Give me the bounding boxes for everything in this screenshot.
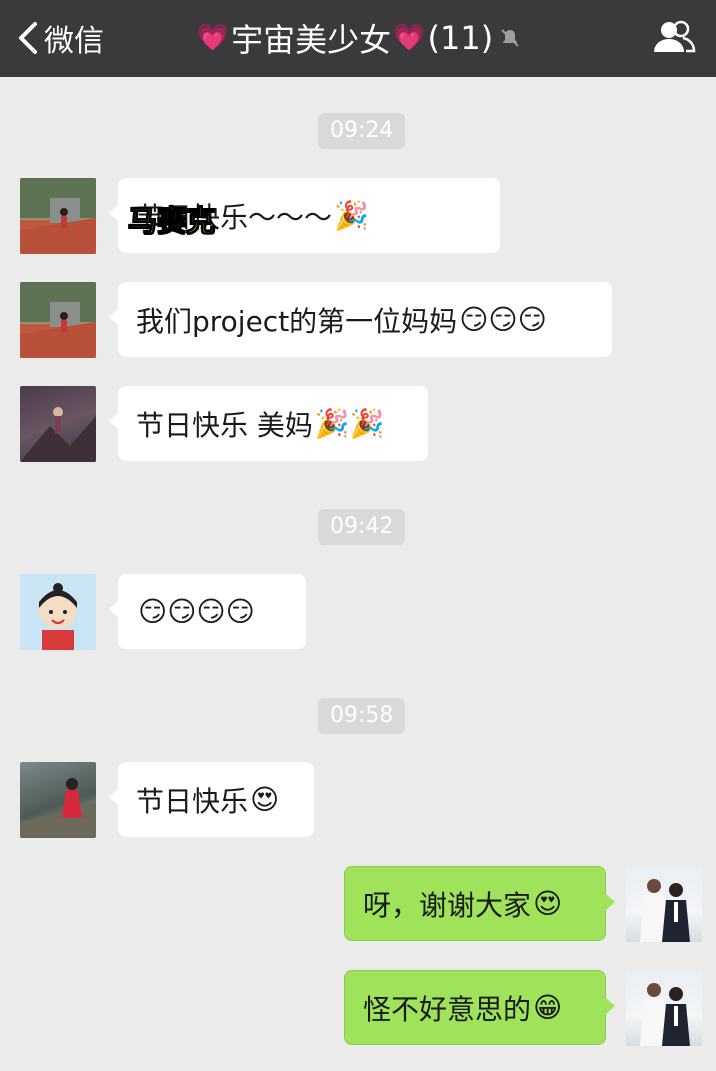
mute-icon xyxy=(501,29,519,47)
my-avatar[interactable] xyxy=(626,970,702,1046)
message-text: 节日快乐 美妈 xyxy=(136,408,313,442)
heart-icon: 💗 xyxy=(393,23,426,53)
message-bubble[interactable]: 节日快乐 美妈 🎉🎉 xyxy=(109,386,428,461)
message-text: 节日快乐 xyxy=(136,784,249,818)
avatar-photo xyxy=(20,407,96,462)
group-members-button[interactable] xyxy=(652,18,696,58)
chat-header: 微信 💗 宇宙美少女 💗 (11) xyxy=(0,0,716,77)
my-avatar[interactable] xyxy=(626,866,702,942)
member-count: (11) xyxy=(427,19,494,57)
message-bubble[interactable]: 😏😏😏😏 xyxy=(109,574,306,649)
sent-message-bubble[interactable]: 怪不好意思的 😁 xyxy=(344,970,615,1045)
message-bubble[interactable]: 节日快乐 😍 xyxy=(109,762,314,837)
avatar-photo xyxy=(20,178,96,254)
chat-title: 💗 宇宙美少女 💗 (11) xyxy=(0,14,716,62)
party-popper-emoji: 🎉🎉 xyxy=(314,407,385,440)
timestamp: 09:58 xyxy=(318,698,406,734)
message-text: 我们project的第一位妈妈 xyxy=(136,304,458,338)
timestamp: 09:42 xyxy=(318,509,406,545)
smirk-emoji: 😏😏😏😏 xyxy=(138,595,255,628)
heart-eyes-emoji: 😍 xyxy=(250,783,280,816)
heart-eyes-emoji: 😍 xyxy=(533,887,563,920)
group-name: 宇宙美少女 xyxy=(231,21,392,59)
avatar-photo xyxy=(20,282,96,358)
avatar[interactable] xyxy=(20,762,96,838)
message-text: 怪不好意思的 xyxy=(363,992,532,1026)
avatar[interactable] xyxy=(20,386,96,462)
avatar[interactable] xyxy=(20,574,96,650)
people-icon xyxy=(654,20,696,53)
timestamp: 09:24 xyxy=(318,113,406,149)
message-bubble[interactable]: 我们project的第一位妈妈 😏😏😏 xyxy=(109,282,612,357)
avatar[interactable] xyxy=(20,282,96,358)
heart-icon: 💗 xyxy=(196,23,230,53)
avatar-photo xyxy=(640,879,690,942)
grin-emoji: 😁 xyxy=(533,991,563,1024)
message-text: 呀，谢谢大家 xyxy=(363,888,532,922)
mosaic-name-label: 马赛克 xyxy=(127,204,216,239)
sent-message-bubble[interactable]: 呀，谢谢大家 😍 xyxy=(344,866,615,941)
avatar-photo xyxy=(640,983,690,1046)
party-popper-emoji: 🎉 xyxy=(334,199,369,232)
avatar[interactable] xyxy=(20,178,96,254)
avatar-cartoon xyxy=(39,583,77,650)
avatar-photo xyxy=(20,778,96,838)
smirk-emoji: 😏😏😏 xyxy=(459,303,547,336)
